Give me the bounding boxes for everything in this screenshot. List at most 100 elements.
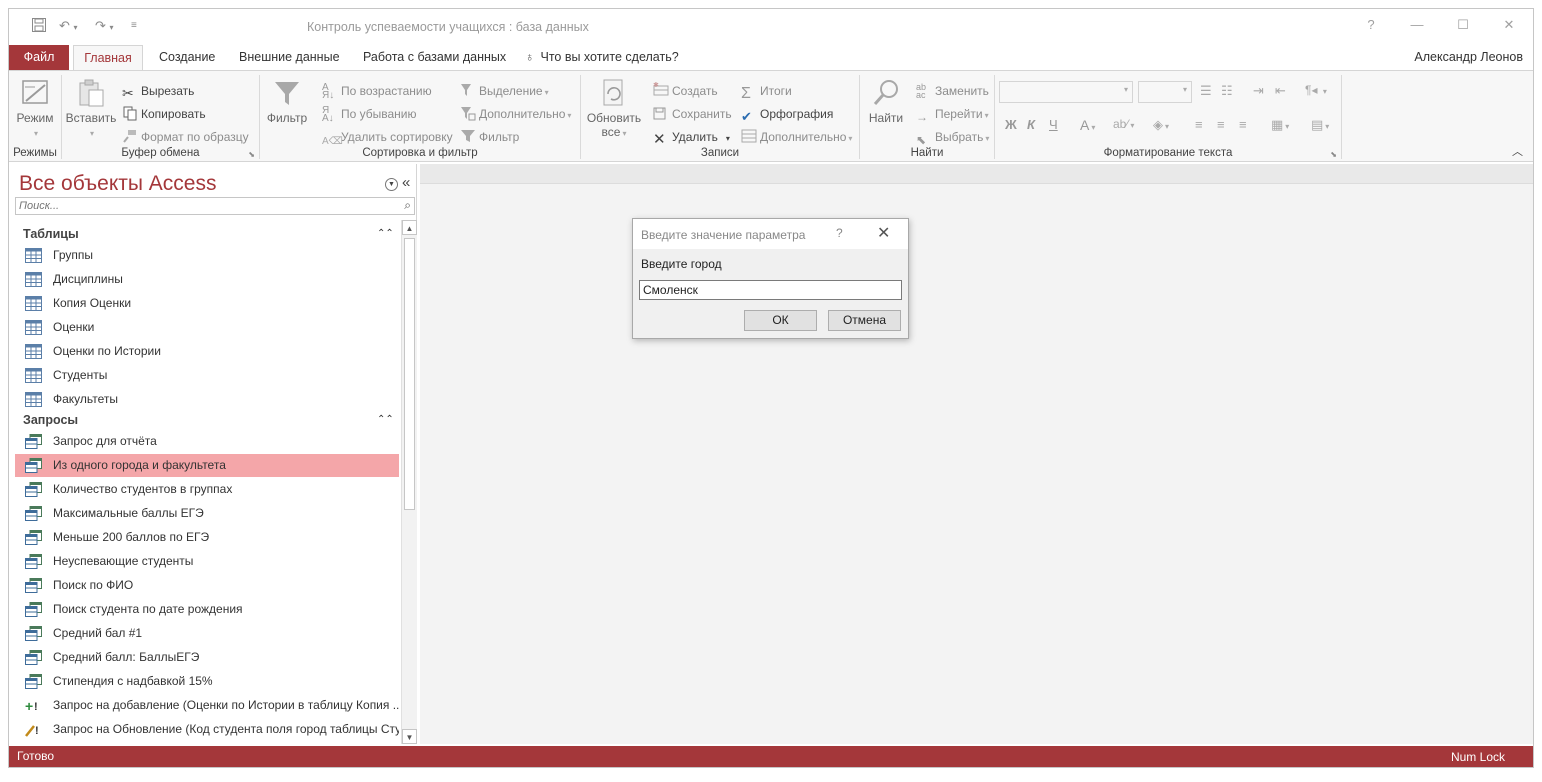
cut-button[interactable]: ✂ Вырезать	[122, 81, 194, 101]
nav-section-queries[interactable]: Запросы	[23, 413, 78, 427]
table-item[interactable]: Дисциплины	[15, 268, 399, 291]
text-format-launcher-icon[interactable]: ⬊	[1330, 150, 1337, 159]
totals-button[interactable]: Σ Итоги	[741, 81, 792, 102]
bold-button[interactable]: Ж	[1005, 117, 1017, 132]
query-item[interactable]: Средний балл: БаллыЕГЭ	[15, 646, 399, 669]
shutter-bar-close-icon[interactable]: «	[402, 174, 410, 191]
nav-search-input[interactable]	[16, 198, 386, 214]
bullets-icon[interactable]: ☰	[1200, 83, 1212, 99]
decrease-indent-icon[interactable]: ⇤	[1275, 83, 1286, 99]
query-item[interactable]: Запрос для отчёта	[15, 430, 399, 453]
save-record-button[interactable]: Сохранить	[653, 104, 732, 124]
table-item[interactable]: Группы	[15, 244, 399, 267]
redo-icon[interactable]: ↷ ▾	[95, 17, 114, 35]
align-right-icon[interactable]: ≡	[1239, 117, 1247, 132]
table-item[interactable]: Оценки	[15, 316, 399, 339]
nav-section-tables[interactable]: Таблицы	[23, 227, 79, 241]
align-center-icon[interactable]: ≡	[1217, 117, 1225, 132]
query-item[interactable]: Из одного города и факультета	[15, 454, 399, 477]
query-item[interactable]: Неуспевающие студенты	[15, 550, 399, 573]
selection-button[interactable]: Выделение ▾	[460, 81, 549, 101]
dialog-close-icon[interactable]: ✕	[877, 223, 890, 243]
alternate-row-color-icon[interactable]: ▤ ▾	[1311, 117, 1329, 133]
clipboard-launcher-icon[interactable]: ⬊	[248, 150, 255, 159]
parameter-value-input[interactable]	[639, 280, 902, 300]
spelling-button[interactable]: ✔ Орфография	[741, 104, 833, 124]
font-name-combo[interactable]: ▾	[999, 81, 1133, 103]
collapse-tables-icon[interactable]: ⌃⌃	[377, 228, 394, 239]
remove-sort-button[interactable]: A⌫Удалить сортировку	[322, 127, 453, 147]
query-item[interactable]: Количество студентов в группах	[15, 478, 399, 501]
nav-menu-dropdown-icon[interactable]: ▼	[385, 178, 398, 191]
copy-button[interactable]: Копировать	[122, 104, 206, 124]
tab-create[interactable]: Создание	[159, 45, 215, 71]
maximize-icon[interactable]: ☐	[1449, 14, 1477, 36]
numbering-icon[interactable]: ☷	[1221, 83, 1233, 99]
paragraph-direction-icon[interactable]: ¶◂ ▾	[1305, 83, 1327, 97]
find-button[interactable]: Найти	[864, 77, 908, 125]
tab-file[interactable]: Файл	[9, 45, 69, 71]
increase-indent-icon[interactable]: ⇥	[1253, 83, 1264, 99]
nav-pane-title[interactable]: Все объекты Access	[19, 172, 217, 196]
query-item[interactable]: ! Запрос на Обновление (Код студента поля…	[15, 718, 399, 741]
dialog-help-icon[interactable]: ?	[836, 226, 843, 240]
sort-ascending-button[interactable]: A Я↓ По возрастанию	[322, 81, 432, 101]
toggle-filter-button[interactable]: Фильтр	[460, 127, 519, 147]
ok-button[interactable]: ОК	[744, 310, 817, 331]
filter-button[interactable]: Фильтр	[262, 77, 312, 125]
format-painter-button[interactable]: Формат по образцу	[122, 127, 249, 147]
tab-home[interactable]: Главная	[73, 45, 143, 72]
customize-qat-icon[interactable]: ≡	[131, 17, 137, 35]
delete-record-button[interactable]: ✕ Удалить ▾	[653, 127, 730, 148]
query-item-label: Поиск студента по дате рождения	[53, 602, 243, 616]
help-icon[interactable]: ?	[1357, 14, 1385, 36]
minimize-icon[interactable]: —	[1403, 14, 1431, 36]
query-item[interactable]: Поиск студента по дате рождения	[15, 598, 399, 621]
table-item[interactable]: Оценки по Истории	[15, 340, 399, 363]
table-item[interactable]: Студенты	[15, 364, 399, 387]
query-item[interactable]: Поиск по ФИО	[15, 574, 399, 597]
underline-button[interactable]: Ч	[1049, 117, 1058, 132]
italic-button[interactable]: К	[1027, 117, 1035, 132]
tab-external-data[interactable]: Внешние данные	[239, 45, 340, 71]
font-size-combo[interactable]: ▾	[1138, 81, 1192, 103]
advanced-filter-button[interactable]: Дополнительно ▾	[460, 104, 571, 124]
paste-button[interactable]: Вставить ▾	[64, 77, 118, 139]
save-icon[interactable]	[31, 17, 47, 35]
scroll-thumb[interactable]	[404, 238, 415, 510]
table-item[interactable]: Копия Оценки	[15, 292, 399, 315]
nav-scrollbar[interactable]: ▲ ▼	[401, 220, 417, 744]
tab-database-tools[interactable]: Работа с базами данных	[363, 45, 506, 71]
gridlines-icon[interactable]: ▦ ▾	[1271, 117, 1289, 133]
select-query-icon	[25, 674, 42, 689]
view-button[interactable]: Режим ▾	[11, 77, 59, 139]
font-color-button[interactable]: A ▾	[1080, 117, 1095, 133]
user-name[interactable]: Александр Леонов	[1414, 45, 1523, 69]
select-button[interactable]: ⬉ Выбрать ▾	[916, 127, 989, 147]
new-record-button[interactable]: ✱ Создать	[653, 81, 718, 101]
tell-me-box[interactable]: ♁ Что вы хотите сделать?	[525, 45, 679, 71]
fill-color-icon[interactable]: ◈ ▾	[1153, 117, 1169, 133]
refresh-all-button[interactable]: Обновить все ▾	[583, 77, 645, 139]
query-item[interactable]: Стипендия с надбавкой 15%	[15, 670, 399, 693]
more-records-button[interactable]: Дополнительно ▾	[741, 127, 852, 147]
collapse-ribbon-icon[interactable]: ︿	[1512, 143, 1523, 159]
query-item[interactable]: Максимальные баллы ЕГЭ	[15, 502, 399, 525]
cancel-button[interactable]: Отмена	[828, 310, 901, 331]
scroll-down-icon[interactable]: ▼	[402, 729, 417, 744]
close-icon[interactable]: ✕	[1495, 14, 1523, 36]
sort-descending-button[interactable]: Я А↓ По убыванию	[322, 104, 417, 124]
undo-icon[interactable]: ↶ ▾	[59, 17, 78, 35]
svg-text:!: !	[34, 701, 38, 713]
replace-button[interactable]: ab ac Заменить	[916, 81, 989, 101]
collapse-queries-icon[interactable]: ⌃⌃	[377, 414, 394, 425]
highlight-icon[interactable]: ab⁄ ▾	[1113, 117, 1134, 131]
goto-button[interactable]: → Перейти ▾	[916, 104, 989, 124]
table-item[interactable]: Факультеты	[15, 388, 399, 411]
query-item[interactable]: Средний бал #1	[15, 622, 399, 645]
query-item[interactable]: Меньше 200 баллов по ЕГЭ	[15, 526, 399, 549]
scroll-up-icon[interactable]: ▲	[402, 220, 417, 235]
query-item[interactable]: +! Запрос на добавление (Оценки по Истори…	[15, 694, 399, 717]
search-icon[interactable]: ⌕	[404, 198, 411, 213]
align-left-icon[interactable]: ≡	[1195, 117, 1203, 132]
